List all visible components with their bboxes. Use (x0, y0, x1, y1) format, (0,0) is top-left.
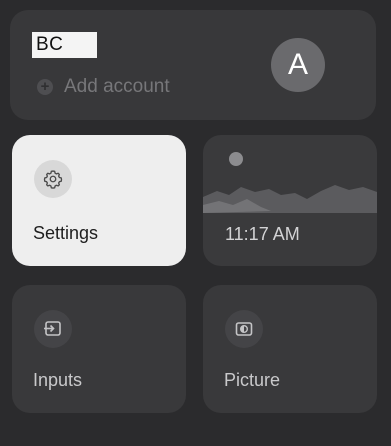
account-card: BC + Add account A (10, 10, 376, 120)
avatar[interactable]: A (271, 38, 325, 92)
inputs-tile[interactable]: Inputs (12, 285, 186, 413)
ambient-clock-tile[interactable]: 11:17 AM (203, 135, 377, 266)
input-icon (34, 310, 72, 348)
settings-label: Settings (33, 223, 99, 243)
picture-mode-icon (225, 310, 263, 348)
inputs-label: Inputs (33, 370, 83, 390)
landscape-icon (203, 152, 377, 213)
gear-icon (34, 160, 72, 198)
picture-tile[interactable]: Picture (203, 285, 377, 413)
add-account-label: Add account (64, 76, 170, 97)
add-account-button[interactable]: + Add account (37, 76, 170, 98)
settings-tile[interactable]: Settings (12, 135, 186, 266)
plus-icon: + (37, 79, 53, 95)
picture-label: Picture (224, 370, 281, 390)
clock-time: 11:17 AM (225, 224, 300, 244)
account-name[interactable]: BC (32, 32, 97, 58)
